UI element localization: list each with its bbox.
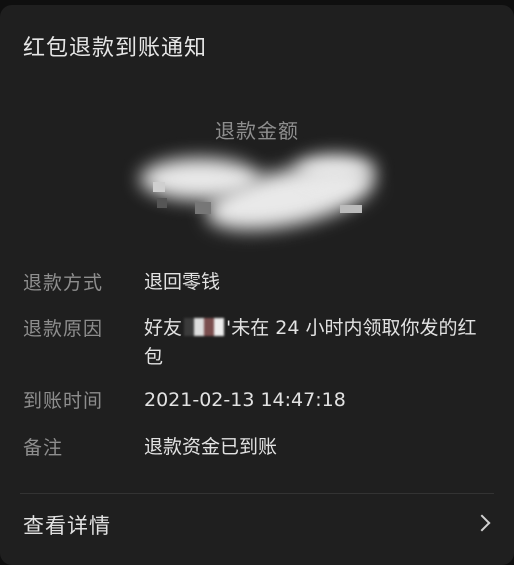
field-label: 退款原因 [23,318,104,340]
view-details-link[interactable]: 查看详情 [23,510,111,540]
pixel-block [340,205,362,213]
reason-prefix: 好友 [144,317,183,339]
pixel-block [153,182,165,192]
blur-blob [295,155,375,185]
pixel-block [157,198,167,208]
field-label: 备注 [23,437,64,459]
field-value: 退款资金已到账 [144,436,278,458]
refund-amount-label: 退款金额 [215,119,299,143]
field-value: 退回零钱 [144,271,221,293]
field-value: 2021-02-13 14:47:18 [144,389,346,411]
field-label: 到账时间 [23,390,104,412]
notification-title: 红包退款到账通知 [23,36,208,61]
refund-amount-blurred [135,150,385,243]
field-value: 好友 '未在 24 小时内领取你发的红包 [144,314,484,372]
redacted-friend-name [184,318,225,336]
divider [20,493,494,494]
field-label: 退款方式 [23,272,104,294]
pixel-block [195,202,211,214]
